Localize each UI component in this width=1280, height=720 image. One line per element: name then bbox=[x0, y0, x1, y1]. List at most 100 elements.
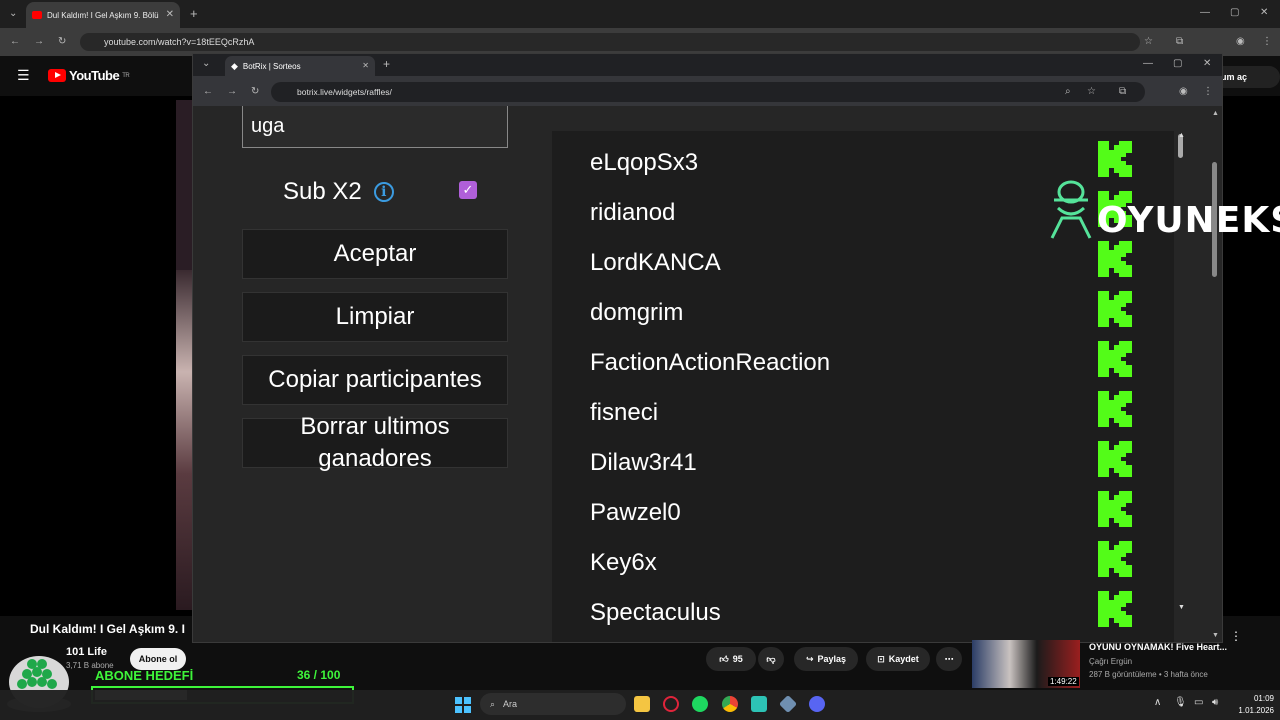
share-label: Paylaş bbox=[817, 654, 847, 664]
minimize-icon[interactable]: — bbox=[1200, 8, 1210, 18]
outer-active-tab[interactable]: Dul Kaldım! I Gel Aşkım 9. Bölü ✕ bbox=[26, 2, 180, 28]
extensions-icon[interactable]: ⧉ bbox=[1176, 37, 1183, 47]
participant-row[interactable]: fisneci bbox=[590, 391, 1150, 441]
sub-multiplier-label: Sub X2 bbox=[283, 178, 362, 205]
inner-menu-dots-icon[interactable]: ⋮ bbox=[1203, 87, 1213, 97]
save-button[interactable]: ⊡ Kaydet bbox=[866, 647, 930, 671]
inner-new-tab-icon[interactable]: + bbox=[383, 58, 390, 70]
bookmark-icon: ⊡ bbox=[877, 653, 885, 664]
kick-icon bbox=[1098, 491, 1132, 527]
taskbar-time[interactable]: 01:09 bbox=[1248, 694, 1274, 703]
tab-search-icon[interactable]: ⌄ bbox=[9, 9, 17, 19]
kick-icon bbox=[1098, 541, 1132, 577]
discord-icon[interactable] bbox=[809, 696, 825, 712]
new-tab-icon[interactable]: + bbox=[190, 7, 198, 20]
opera-icon[interactable] bbox=[663, 696, 679, 712]
like-count: 95 bbox=[732, 654, 743, 664]
recommended-video-channel[interactable]: Çağrı Ergün bbox=[1089, 657, 1132, 666]
like-button[interactable]: 👍︎ 95 bbox=[706, 647, 756, 671]
zoom-icon[interactable]: ⌕ bbox=[1065, 87, 1071, 97]
inner-reload-icon[interactable]: ↻ bbox=[251, 87, 259, 97]
delete-winners-button[interactable]: Borrar ultimos ganadores bbox=[242, 413, 508, 472]
list-scroll-down-icon[interactable]: ▼ bbox=[1178, 604, 1185, 611]
recommended-video-title[interactable]: OYUNU OYNAMAK! Five Heart... bbox=[1089, 642, 1229, 652]
participant-row[interactable]: domgrim bbox=[590, 291, 1150, 341]
close-tab-icon[interactable]: ✕ bbox=[166, 10, 174, 20]
whatsapp-icon[interactable] bbox=[751, 696, 767, 712]
participant-name: domgrim bbox=[590, 299, 684, 326]
inner-back-icon[interactable]: ← bbox=[203, 87, 213, 97]
network-icon[interactable]: ▭ bbox=[1194, 698, 1203, 708]
dislike-button[interactable]: 👎︎ bbox=[758, 647, 784, 671]
oyuneks-logo-text: OYUNEKS bbox=[1097, 200, 1280, 241]
inner-close-tab-icon[interactable]: ✕ bbox=[362, 62, 369, 70]
info-icon[interactable]: i bbox=[373, 182, 394, 202]
inner-maximize-icon[interactable]: ▢ bbox=[1173, 59, 1182, 69]
participant-row[interactable]: Spectaculus bbox=[590, 591, 1150, 641]
inner-forward-icon[interactable]: → bbox=[227, 87, 237, 97]
spotify-icon[interactable] bbox=[692, 696, 708, 712]
taskbar-date[interactable]: 1.01.2026 bbox=[1232, 706, 1274, 715]
menu-dots-icon[interactable]: ⋮ bbox=[1262, 37, 1272, 47]
taskbar-search[interactable]: ⌕ Ara bbox=[480, 693, 626, 715]
participant-name: ridianod bbox=[590, 199, 676, 226]
subscribe-button[interactable]: Abone ol bbox=[130, 648, 186, 670]
close-window-icon[interactable]: ✕ bbox=[1260, 8, 1268, 18]
share-button[interactable]: ↪ Paylaş bbox=[794, 647, 858, 671]
forward-icon[interactable]: → bbox=[34, 37, 44, 47]
clear-button[interactable]: Limpiar bbox=[242, 292, 508, 342]
taskbar-search-label: Ara bbox=[503, 699, 518, 709]
oyuneks-mascot-icon bbox=[1050, 180, 1092, 239]
profile-icon[interactable]: ◉ bbox=[1236, 37, 1245, 47]
inner-profile-icon[interactable]: ◉ bbox=[1179, 87, 1188, 97]
scroll-up-icon[interactable]: ▲ bbox=[1212, 110, 1219, 117]
list-scroll-up-icon[interactable]: ▲ bbox=[1178, 132, 1185, 139]
inner-active-tab[interactable]: ◆ BotRix | Sorteos ✕ bbox=[225, 56, 375, 76]
channel-name[interactable]: 101 Life bbox=[66, 646, 107, 658]
participant-row[interactable]: Pawzel0 bbox=[590, 491, 1150, 541]
share-arrow-icon: ↪ bbox=[805, 653, 814, 664]
accept-button[interactable]: Aceptar bbox=[242, 229, 508, 279]
recommended-menu-dots-icon[interactable]: ⋮ bbox=[1230, 630, 1242, 642]
participant-name: Spectaculus bbox=[590, 599, 721, 626]
subscribe-label: Abone ol bbox=[138, 654, 178, 664]
more-actions-button[interactable]: ⋯ bbox=[936, 647, 962, 671]
reload-icon[interactable]: ↻ bbox=[58, 37, 66, 47]
participant-row[interactable]: Dilaw3r41 bbox=[590, 441, 1150, 491]
raffle-keyword-input[interactable] bbox=[242, 106, 508, 148]
windows-start-icon[interactable] bbox=[455, 697, 471, 713]
maximize-icon[interactable]: ▢ bbox=[1230, 8, 1239, 18]
participant-name: Pawzel0 bbox=[590, 499, 681, 526]
youtube-favicon-icon bbox=[32, 11, 42, 19]
bookmark-star-icon[interactable]: ☆ bbox=[1144, 37, 1153, 47]
hamburger-menu-icon[interactable]: ☰ bbox=[17, 68, 30, 82]
inner-bookmark-star-icon[interactable]: ☆ bbox=[1087, 87, 1096, 97]
inner-tab-search-icon[interactable]: ⌄ bbox=[202, 59, 210, 69]
thumbs-up-icon: 👍︎ bbox=[719, 653, 729, 664]
inner-extensions-icon[interactable]: ⧉ bbox=[1119, 87, 1126, 97]
volume-icon[interactable]: 🔊︎ bbox=[1212, 698, 1218, 708]
thumbs-down-icon: 👎︎ bbox=[766, 653, 776, 664]
back-icon[interactable]: ← bbox=[10, 37, 20, 47]
scroll-down-icon[interactable]: ▼ bbox=[1212, 632, 1219, 639]
microphone-icon[interactable]: 🎙︎ bbox=[1174, 698, 1187, 708]
kick-icon bbox=[1098, 441, 1132, 477]
participant-row[interactable]: Key6x bbox=[590, 541, 1150, 591]
inner-address-bar[interactable]: botrix.live/widgets/raffles/ bbox=[271, 82, 1145, 102]
inner-minimize-icon[interactable]: — bbox=[1143, 59, 1153, 69]
sub-multiplier-checkbox[interactable]: ✓ bbox=[459, 181, 477, 199]
copy-participants-button[interactable]: Copiar participantes bbox=[242, 355, 508, 405]
search-icon: ⌕ bbox=[490, 698, 496, 709]
file-explorer-icon[interactable] bbox=[634, 696, 650, 712]
participant-row[interactable]: FactionActionReaction bbox=[590, 341, 1150, 391]
chrome-icon[interactable] bbox=[722, 696, 738, 712]
inner-close-window-icon[interactable]: ✕ bbox=[1203, 59, 1211, 69]
participant-row[interactable]: LordKANCA bbox=[590, 241, 1150, 291]
participant-name: Dilaw3r41 bbox=[590, 449, 697, 476]
kick-icon bbox=[1098, 241, 1132, 277]
tray-overflow-icon[interactable]: ∧ bbox=[1154, 698, 1161, 708]
outer-address-bar[interactable]: youtube.com/watch?v=18tEEQcRzhA bbox=[80, 33, 1140, 51]
participant-name: FactionActionReaction bbox=[590, 349, 831, 376]
outer-tab-title: Dul Kaldım! I Gel Aşkım 9. Bölü bbox=[47, 10, 159, 20]
youtube-logo[interactable]: YouTube TR bbox=[48, 68, 130, 83]
